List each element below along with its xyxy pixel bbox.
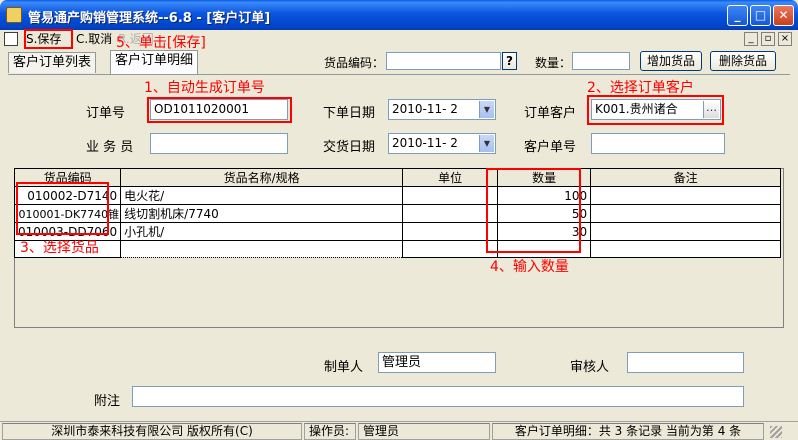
customer-highlight-box bbox=[587, 95, 724, 125]
item-code-highlight-box bbox=[16, 182, 109, 235]
resize-grip-icon[interactable] bbox=[770, 426, 782, 438]
cell-note[interactable] bbox=[590, 186, 782, 205]
reviewer-label: 审核人 bbox=[570, 360, 610, 375]
cancel-button[interactable]: C.取消 bbox=[76, 31, 112, 49]
code-search-input[interactable] bbox=[386, 52, 501, 70]
mdi-restore-button[interactable]: ▫ bbox=[761, 32, 775, 46]
cell-note[interactable] bbox=[590, 240, 782, 258]
annotation-step1: 1、自动生成订单号 bbox=[144, 80, 265, 96]
cell-name[interactable]: 电火花/ bbox=[120, 186, 404, 205]
cell-unit[interactable] bbox=[402, 240, 499, 258]
delete-item-button[interactable]: 删除货品 bbox=[710, 51, 776, 71]
column-header-name[interactable]: 货品名称/规格 bbox=[120, 168, 404, 187]
maximize-button[interactable]: □ bbox=[750, 5, 771, 26]
order-date-label: 下单日期 bbox=[323, 106, 376, 121]
cell-unit[interactable] bbox=[402, 222, 499, 241]
customer-label: 订单客户 bbox=[524, 106, 577, 121]
delivery-date-select[interactable]: 2010-11- 2 ▼ bbox=[388, 133, 496, 154]
remark-field[interactable] bbox=[132, 386, 744, 407]
salesman-field[interactable] bbox=[150, 133, 288, 154]
status-operator: 管理员 bbox=[358, 423, 490, 440]
qty-search-label: 数量： bbox=[535, 56, 572, 70]
customer-order-label: 客户单号 bbox=[524, 140, 577, 155]
add-item-button[interactable]: 增加货品 bbox=[640, 51, 702, 71]
code-help-button[interactable]: ? bbox=[502, 52, 517, 70]
order-date-select[interactable]: 2010-11- 2 ▼ bbox=[388, 99, 496, 120]
title-bar[interactable]: 管易通产购销管理系统--6.8 - [客户订单] _ □ ✕ bbox=[0, 0, 798, 30]
window-title: 管易通产购销管理系统--6.8 - [客户订单] bbox=[28, 11, 271, 26]
mdi-minimize-button[interactable]: _ bbox=[744, 32, 758, 46]
close-button[interactable]: ✕ bbox=[773, 5, 794, 26]
reviewer-field[interactable] bbox=[627, 352, 744, 373]
status-bar: 深圳市泰来科技有限公司 版权所有(C) 操作员: 管理员 客户订单明细：共 3 … bbox=[0, 421, 798, 440]
column-header-note[interactable]: 备注 bbox=[590, 168, 782, 187]
column-header-unit[interactable]: 单位 bbox=[402, 168, 499, 187]
maker-field[interactable]: 管理员 bbox=[378, 352, 496, 373]
annotation-step4: 4、输入数量 bbox=[490, 259, 569, 275]
table-row[interactable]: 010003-DD7060 小孔机/ 30 bbox=[13, 222, 782, 241]
status-operator-label: 操作员: bbox=[304, 423, 356, 440]
table-row[interactable]: 010001-DK7740锥 线切割机床/7740 50 bbox=[13, 204, 782, 223]
minimize-button[interactable]: _ bbox=[727, 5, 748, 26]
order-no-highlight-box bbox=[147, 97, 292, 123]
delivery-date-label: 交货日期 bbox=[323, 140, 376, 155]
customer-order-field[interactable] bbox=[591, 133, 725, 154]
maker-label: 制单人 bbox=[324, 360, 364, 375]
table-row[interactable]: 010002-D7140 电火花/ 100 bbox=[13, 186, 782, 205]
remark-label: 附注 bbox=[94, 394, 121, 409]
order-no-label: 订单号 bbox=[86, 106, 126, 121]
mdi-close-button[interactable]: × bbox=[778, 32, 792, 46]
cell-note[interactable] bbox=[590, 222, 782, 241]
status-record-info: 客户订单明细：共 3 条记录 当前为第 4 条 bbox=[492, 423, 764, 440]
code-search-label: 货品编码： bbox=[324, 56, 385, 70]
cell-name[interactable]: 小孔机/ bbox=[120, 222, 404, 241]
app-icon bbox=[6, 7, 22, 23]
tab-order-detail[interactable]: 客户订单明细 bbox=[110, 50, 199, 74]
status-company: 深圳市泰来科技有限公司 版权所有(C) bbox=[2, 423, 302, 440]
chevron-down-icon[interactable]: ▼ bbox=[479, 101, 494, 118]
cell-unit[interactable] bbox=[402, 204, 499, 223]
save-highlight-box bbox=[24, 29, 73, 49]
item-grid: 货品编码 货品名称/规格 单位 数量 备注 010002-D7140 电火花/ … bbox=[13, 168, 782, 258]
annotation-step3: 3、选择货品 bbox=[20, 240, 99, 256]
qty-search-input[interactable] bbox=[572, 52, 630, 70]
annotation-step5: 5、单击[保存] bbox=[116, 35, 206, 51]
table-row[interactable] bbox=[13, 240, 782, 258]
cell-unit[interactable] bbox=[402, 186, 499, 205]
document-icon bbox=[4, 32, 18, 46]
cell-name[interactable] bbox=[120, 240, 404, 258]
cell-name[interactable]: 线切割机床/7740 bbox=[120, 204, 404, 223]
qty-highlight-box bbox=[486, 168, 581, 253]
tab-order-list[interactable]: 客户订单列表 bbox=[8, 52, 97, 73]
cell-note[interactable] bbox=[590, 204, 782, 223]
annotation-step2: 2、选择订单客户 bbox=[587, 80, 694, 96]
salesman-label: 业 务 员 bbox=[86, 140, 134, 155]
chevron-down-icon[interactable]: ▼ bbox=[479, 135, 494, 152]
